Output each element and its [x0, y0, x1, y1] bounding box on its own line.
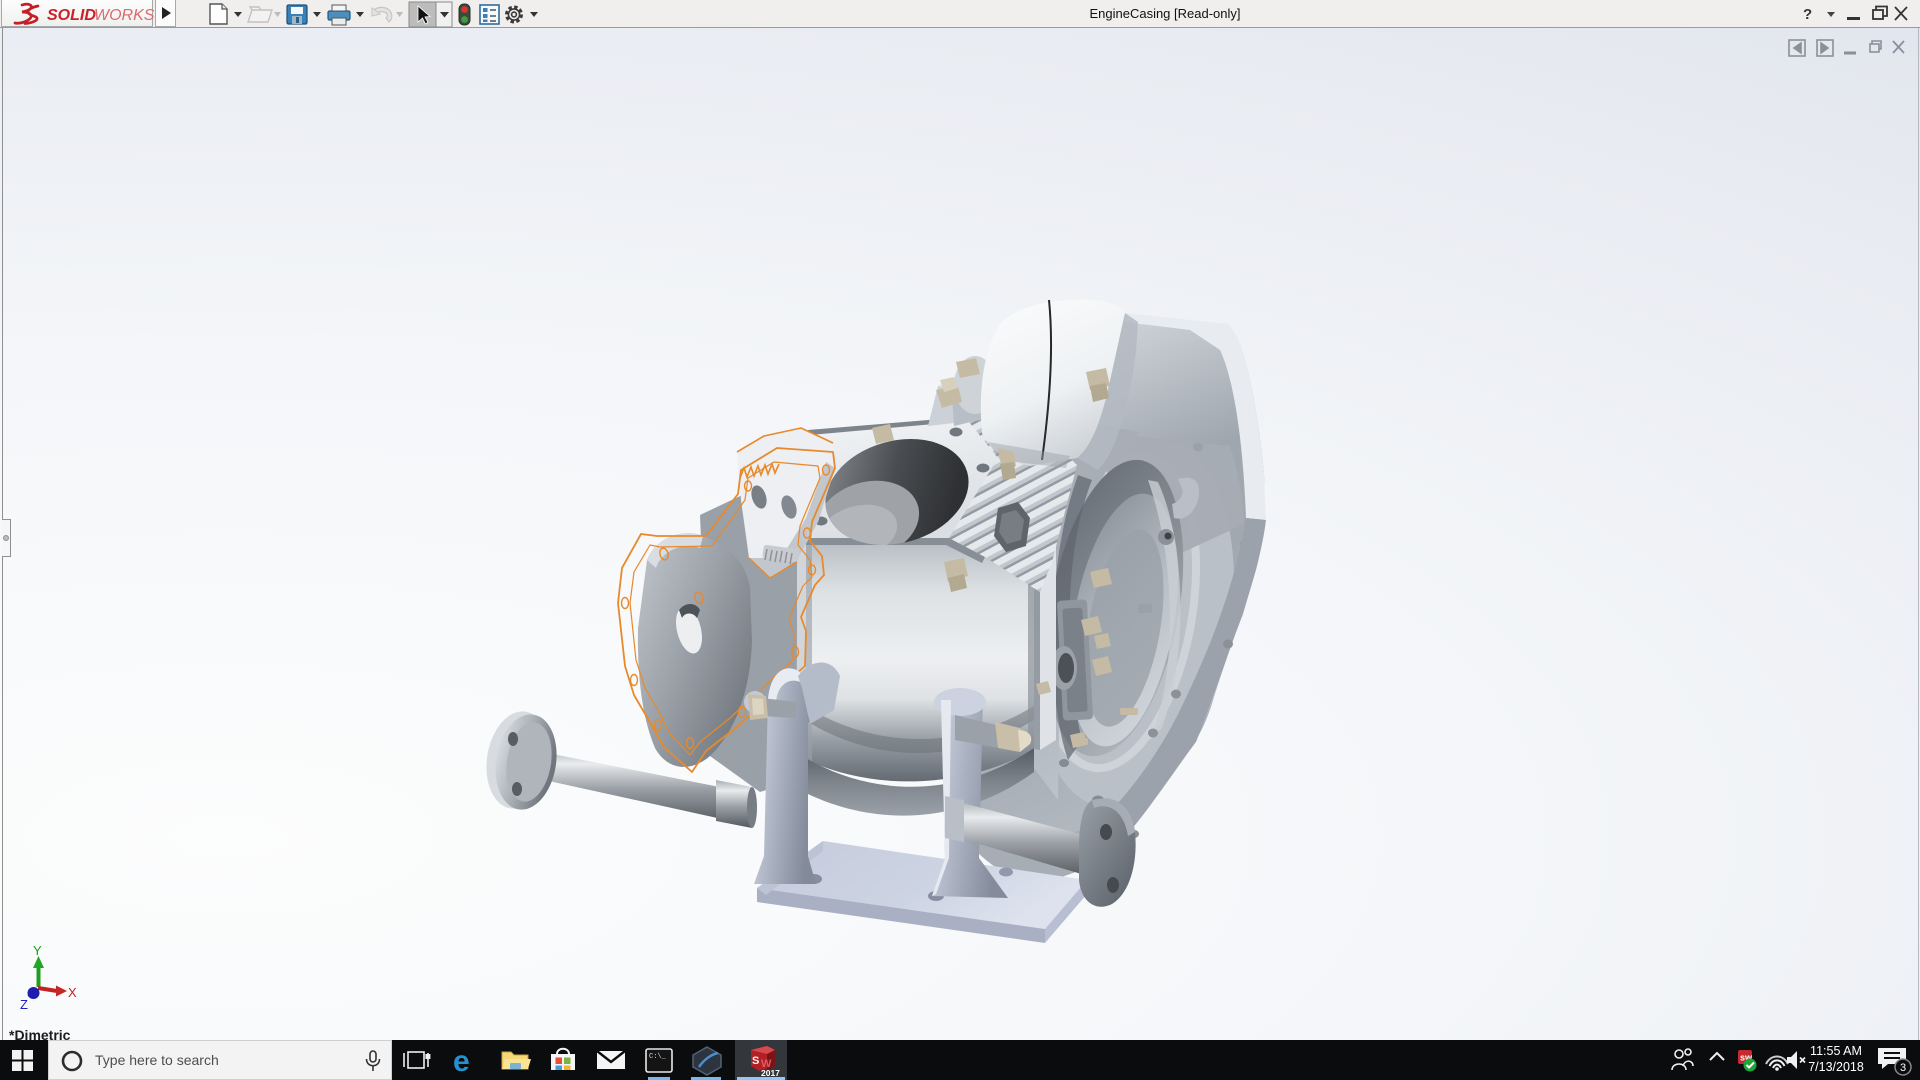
svg-text:Y: Y — [33, 943, 42, 958]
svg-text:?: ? — [1803, 6, 1812, 23]
svg-text:C:\_: C:\_ — [649, 1053, 667, 1061]
svg-text:SOLID: SOLID — [47, 7, 96, 24]
svg-text:X: X — [68, 985, 77, 1000]
svg-text:S: S — [752, 1055, 759, 1067]
svg-text:Z: Z — [20, 997, 28, 1012]
svg-text:WORKS: WORKS — [94, 7, 154, 24]
svg-text:e: e — [453, 1045, 470, 1078]
svg-text:3: 3 — [1900, 1062, 1906, 1074]
